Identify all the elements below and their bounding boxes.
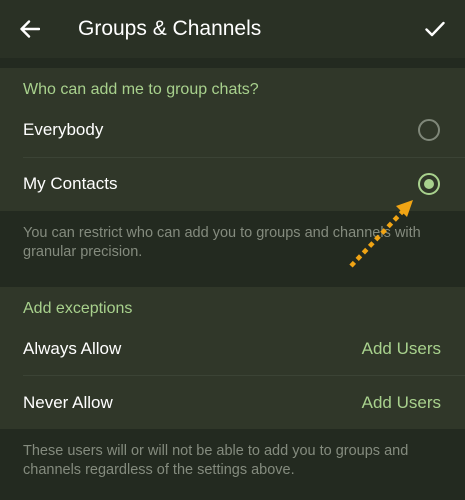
annotation-arrow-icon [349,200,413,268]
